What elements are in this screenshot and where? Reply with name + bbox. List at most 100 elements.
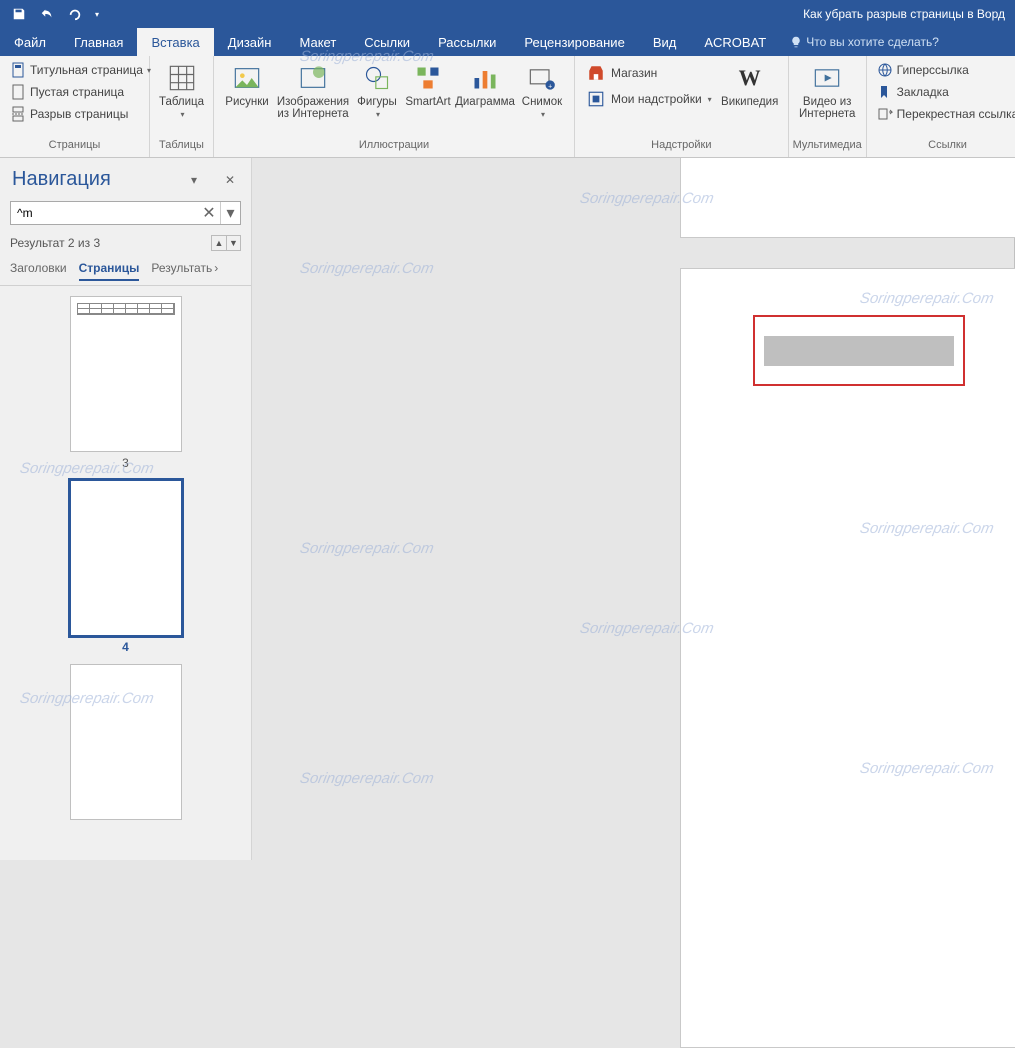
online-video-button[interactable]: Видео изИнтернета (795, 60, 860, 120)
group-links: Гиперссылка Закладка Перекрестная ссылка… (867, 56, 1015, 157)
nav-thumb-number: 4 (122, 640, 129, 654)
tab-layout[interactable]: Макет (285, 28, 350, 56)
redo-icon (68, 7, 82, 21)
cover-page-icon (10, 62, 26, 78)
chart-button[interactable]: Диаграмма (454, 60, 516, 108)
table-label: Таблица (159, 96, 204, 108)
page-break-selection[interactable] (753, 315, 965, 386)
chevron-down-icon: ▾ (708, 95, 712, 104)
hyperlink-button[interactable]: Гиперссылка (873, 60, 1015, 80)
shapes-icon (361, 62, 393, 94)
wikipedia-icon: W (734, 62, 766, 94)
nav-thumb-page (70, 296, 182, 452)
smartart-label: SmartArt (405, 96, 450, 108)
quick-access-toolbar: ▾ (6, 3, 104, 25)
online-pictures-button[interactable]: Изображенияиз Интернета (274, 60, 352, 120)
screenshot-label: Снимок (522, 96, 562, 108)
group-links-label: Ссылки (867, 139, 1015, 157)
mini-table-icon (77, 303, 175, 315)
screenshot-button[interactable]: + Снимок (516, 60, 568, 119)
undo-button[interactable] (34, 3, 60, 25)
tab-view[interactable]: Вид (639, 28, 691, 56)
chart-label: Диаграмма (455, 96, 515, 108)
table-button[interactable]: Таблица (156, 60, 207, 119)
group-addins: Магазин Мои надстройки ▾ W Википедия Над… (575, 56, 789, 157)
wikipedia-button[interactable]: W Википедия (718, 60, 782, 108)
group-media-label: Мультимедиа (789, 139, 866, 157)
window-title: Как убрать разрыв страницы в Ворд (104, 7, 1009, 21)
nav-tab-pages[interactable]: Страницы (79, 261, 140, 281)
store-icon (587, 64, 605, 82)
group-illustrations-label: Иллюстрации (214, 139, 574, 157)
nav-options-button[interactable]: ▾ (185, 171, 203, 189)
group-media: Видео изИнтернета Мультимедиа (789, 56, 867, 157)
crossref-button[interactable]: Перекрестная ссылка (873, 104, 1015, 124)
cover-page-button[interactable]: Титульная страница ▾ (6, 60, 155, 80)
workspace: Навигация ▾ ✕ ✕ ▾ Результат 2 из 3 ▲ ▼ З… (0, 158, 1015, 860)
pictures-button[interactable]: Рисунки (220, 60, 274, 108)
nav-thumb-page (70, 480, 182, 636)
tab-design[interactable]: Дизайн (214, 28, 286, 56)
nav-close-button[interactable]: ✕ (221, 171, 239, 189)
tab-file[interactable]: Файл (0, 28, 60, 56)
svg-text:+: + (548, 84, 552, 91)
crossref-label: Перекрестная ссылка (897, 107, 1015, 121)
tab-review[interactable]: Рецензирование (510, 28, 638, 56)
nav-tab-results[interactable]: Результать (151, 261, 218, 281)
ribbon-tabs: Файл Главная Вставка Дизайн Макет Ссылки… (0, 28, 1015, 56)
store-button[interactable]: Магазин (581, 62, 718, 84)
tab-mailings[interactable]: Рассылки (424, 28, 510, 56)
navigation-pane: Навигация ▾ ✕ ✕ ▾ Результат 2 из 3 ▲ ▼ З… (0, 158, 252, 860)
nav-search: ✕ ▾ (10, 201, 241, 225)
nav-thumb[interactable]: 3 (70, 296, 182, 470)
tell-me-box[interactable]: Что вы хотите сделать? (780, 28, 949, 56)
nav-thumb[interactable]: 4 (70, 480, 182, 654)
my-addins-button[interactable]: Мои надстройки ▾ (581, 88, 718, 110)
shapes-button[interactable]: Фигуры (352, 60, 402, 119)
group-tables: Таблица Таблицы (150, 56, 214, 157)
chevron-down-icon: ▾ (95, 10, 99, 19)
tab-acrobat[interactable]: ACROBAT (690, 28, 780, 56)
lightbulb-icon (790, 36, 802, 48)
wikipedia-label: Википедия (721, 96, 778, 108)
page-break-label: Разрыв страницы (30, 107, 128, 121)
table-icon (166, 62, 198, 94)
blank-page-button[interactable]: Пустая страница (6, 82, 155, 102)
nav-prev-result-button[interactable]: ▲ (212, 236, 226, 250)
page-break-button[interactable]: Разрыв страницы (6, 104, 155, 124)
title-bar: ▾ Как убрать разрыв страницы в Ворд (0, 0, 1015, 28)
tab-insert[interactable]: Вставка (137, 28, 213, 56)
smartart-icon (412, 62, 444, 94)
save-button[interactable] (6, 3, 32, 25)
ribbon: Титульная страница ▾ Пустая страница Раз… (0, 56, 1015, 158)
customize-qat-button[interactable]: ▾ (90, 3, 104, 25)
nav-results-bar: Результат 2 из 3 ▲ ▼ (0, 231, 251, 255)
nav-thumbnails: 3 4 (0, 286, 251, 860)
pictures-label: Рисунки (225, 96, 268, 108)
smartart-button[interactable]: SmartArt (402, 60, 454, 108)
shapes-label: Фигуры (357, 96, 397, 108)
tab-home[interactable]: Главная (60, 28, 137, 56)
document-area[interactable] (252, 158, 1015, 860)
bookmark-button[interactable]: Закладка (873, 82, 1015, 102)
chart-icon (469, 62, 501, 94)
group-addins-label: Надстройки (575, 139, 788, 157)
nav-next-result-button[interactable]: ▼ (226, 236, 240, 250)
nav-thumb-number: 3 (122, 456, 129, 470)
tab-references[interactable]: Ссылки (350, 28, 424, 56)
nav-search-options-button[interactable]: ▾ (220, 202, 240, 224)
nav-header: Навигация ▾ ✕ (0, 158, 251, 197)
group-pages: Титульная страница ▾ Пустая страница Раз… (0, 56, 150, 157)
bookmark-label: Закладка (897, 85, 949, 99)
pictures-icon (231, 62, 263, 94)
crossref-icon (877, 106, 893, 122)
nav-search-clear-button[interactable]: ✕ (199, 202, 219, 224)
nav-tab-headings[interactable]: Заголовки (10, 261, 67, 281)
document-page-prev[interactable] (680, 158, 1015, 238)
undo-icon (40, 7, 54, 21)
redo-button[interactable] (62, 3, 88, 25)
document-page[interactable] (680, 268, 1015, 1048)
nav-results-text: Результат 2 из 3 (10, 236, 100, 250)
nav-thumb[interactable] (70, 664, 182, 824)
hyperlink-icon (877, 62, 893, 78)
